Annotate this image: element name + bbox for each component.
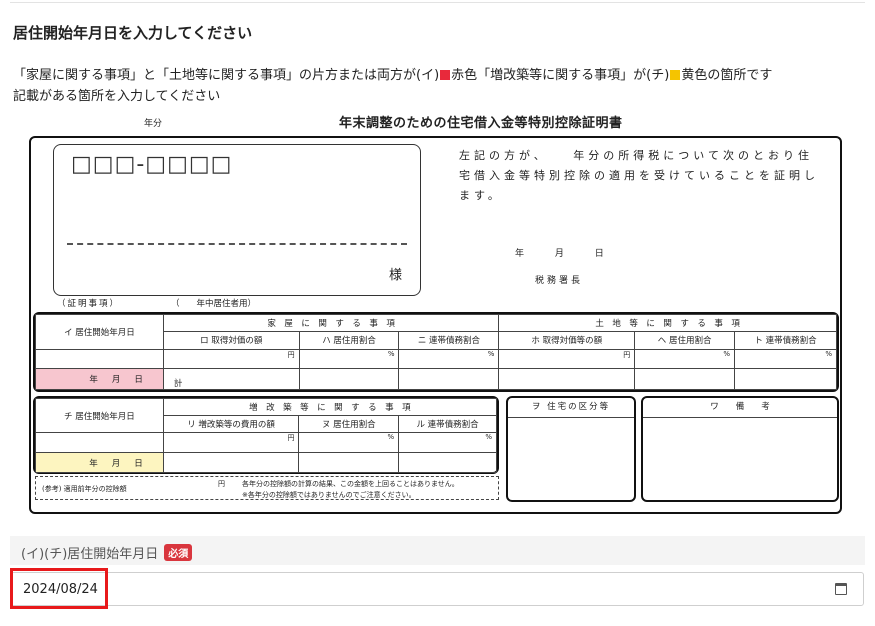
table2: チ 居住開始年月日 増 改 築 等 に 関 す る 事 項 リ 増改築等の費用の…	[35, 398, 498, 473]
ref-unit: 円	[218, 480, 225, 488]
reference-row: (参考) 適用前年分の控除額 円 各年分の控除額の計算の結果、この金額を上回るこ…	[35, 476, 499, 500]
blank-cell	[398, 452, 497, 473]
col-ha: ハ 居住用割合	[298, 330, 400, 350]
i-date-pink: 年月日	[35, 367, 164, 391]
instr-line-2: 記載がある箇所を入力してください	[13, 89, 221, 104]
cert-year-label: 年分	[144, 119, 163, 129]
ru-unit: %	[398, 432, 497, 453]
house-header: 家 屋 に 関 す る 事 項	[162, 314, 500, 332]
chi-label: チ 居住開始年月日	[35, 398, 164, 433]
chi-date-yellow: 年月日	[35, 452, 164, 473]
page-title: 居住開始年月日を入力してください	[13, 24, 253, 42]
ni-unit: %	[398, 348, 500, 369]
move-in-date-input[interactable]: 2024/08/24	[10, 572, 864, 606]
blank-cell	[162, 452, 300, 473]
value-highlight-box	[10, 568, 108, 609]
to-unit: %	[734, 348, 837, 369]
ref-note-2: ※各年分の控除額ではありませんのでご注意ください。	[242, 491, 416, 499]
nu-unit: %	[298, 432, 400, 453]
cert-date: 年 月 日	[515, 249, 608, 259]
renov-header: 増 改 築 等 に 関 す る 事 項	[162, 398, 498, 416]
calendar-icon[interactable]	[835, 583, 847, 595]
ro-unit: 円	[162, 348, 300, 369]
chi-blank	[35, 432, 164, 453]
col-ro: ロ 取得対価の額	[162, 330, 300, 350]
ref-note-1: 各年分の控除額の計算の結果、この金額を上回ることはありません。	[242, 480, 459, 488]
col-ru: ル 連帯債務割合	[398, 415, 497, 433]
postal-code-boxes: □□□-□□□□	[71, 152, 233, 177]
blank-cell	[634, 367, 736, 391]
ref-label: (参考) 適用前年分の控除額	[42, 485, 127, 493]
cert-statement: 左記の方が、 年分の所得税について次のとおり住宅借入金等特別控除の適用を受けてい…	[459, 149, 819, 202]
date-field-label-text: (イ)(チ)居住開始年月日	[21, 547, 159, 562]
col-nu: ヌ 居住用割合	[298, 415, 400, 433]
top-divider	[10, 2, 865, 3]
instr-part-2: 「増改築等に関する事項」が(チ)	[477, 68, 670, 83]
ho-unit: 円	[498, 348, 636, 369]
cert-items-note: （ 年中居住者用）	[171, 299, 257, 309]
date-field-label: (イ)(チ)居住開始年月日 必須	[21, 543, 193, 562]
land-header: 土 地 等 に 関 す る 事 項	[498, 314, 837, 332]
col-ri: リ 増改築等の費用の額	[162, 415, 300, 433]
wa-box: ワ 備 考	[641, 396, 839, 502]
tax-office: 税務署長	[535, 276, 584, 286]
col-to: ト 連帯債務割合	[734, 330, 837, 350]
honorific: 様	[389, 268, 403, 283]
kei-label: 計	[162, 367, 300, 391]
instr-part-1: 「家屋に関する事項」と「土地等に関する事項」の片方または両方が(イ)	[13, 68, 440, 83]
instr-yellow-label: 黄色の箇所です	[681, 68, 773, 83]
cert-items-label: （証明事項）	[57, 299, 121, 309]
blank-cell	[498, 367, 636, 391]
blank-cell	[398, 367, 500, 391]
instructions: 「家屋に関する事項」と「土地等に関する事項」の片方または両方が(イ) 赤色「増改築…	[13, 65, 772, 107]
ha-unit: %	[298, 348, 400, 369]
wo-label: ヲ 住宅の区分等	[508, 398, 634, 418]
red-square-icon	[440, 70, 451, 80]
table1: イ 居住開始年月日 家 屋 に 関 す る 事 項 土 地 等 に 関 す る …	[35, 314, 837, 391]
ref-notes: 各年分の控除額の計算の結果、この金額を上回ることはありません。 ※各年分の控除額…	[242, 479, 459, 501]
blank-cell	[298, 367, 400, 391]
wo-box: ヲ 住宅の区分等	[506, 396, 636, 502]
i-label: イ 居住開始年月日	[35, 314, 164, 350]
yellow-square-icon	[670, 70, 681, 80]
address-line	[67, 243, 407, 245]
instr-red-label: 赤色	[451, 68, 478, 83]
wa-label: ワ 備 考	[643, 398, 837, 418]
col-he: ヘ 居住用割合	[634, 330, 736, 350]
i-blank	[35, 348, 164, 369]
he-unit: %	[634, 348, 736, 369]
blank-cell	[298, 452, 400, 473]
col-ho: ホ 取得対価等の額	[498, 330, 636, 350]
ri-unit: 円	[162, 432, 300, 453]
blank-cell	[734, 367, 837, 391]
certificate-image: 年分 年末調整のための住宅借入金等特別控除証明書 □□□-□□□□ 様 左記の方…	[27, 110, 845, 518]
required-badge: 必須	[164, 544, 193, 561]
cert-title: 年末調整のための住宅借入金等特別控除証明書	[339, 116, 623, 131]
col-ni: ニ 連帯債務割合	[398, 330, 500, 350]
